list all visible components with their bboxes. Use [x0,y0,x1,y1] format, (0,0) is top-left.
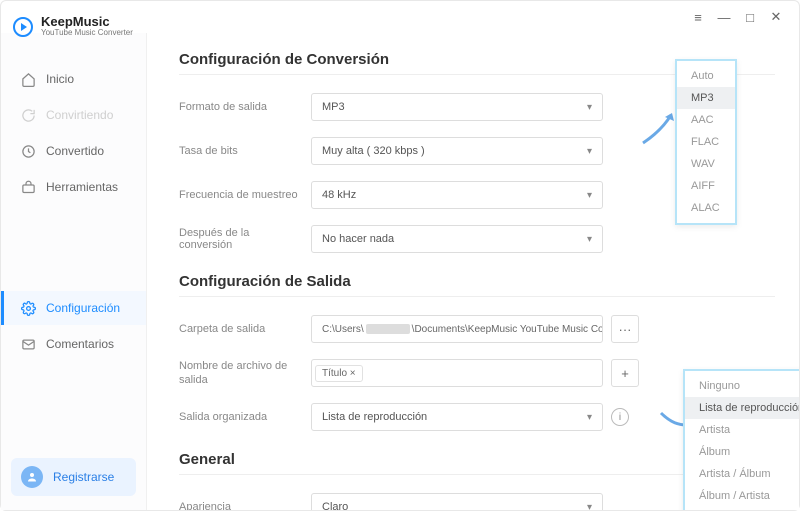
filename-tags-input[interactable]: Título × [311,359,603,387]
home-icon [20,71,36,87]
app-subtitle: YouTube Music Converter [41,29,133,38]
select-after-convert[interactable]: No hacer nada ▾ [311,225,603,253]
label-appearance: Apariencia [179,501,311,510]
label-filename: Nombre de archivo de salida [179,359,311,388]
browse-folder-button[interactable]: ··· [611,315,639,343]
chevron-down-icon: ▾ [587,146,592,157]
app-logo-icon [13,17,33,37]
select-samplerate[interactable]: 48 kHz ▾ [311,181,603,209]
sidebar-item-convirtiendo[interactable]: Convirtiendo [1,98,146,132]
select-appearance[interactable]: Claro ▾ [311,493,603,510]
dropdown-option[interactable]: FLAC [677,131,735,153]
sidebar: KeepMusic YouTube Music Converter Inicio… [1,33,147,510]
select-value: Lista de reproducción [322,411,427,423]
dropdown-option[interactable]: Álbum [685,441,799,463]
sync-icon [20,107,36,123]
main-content: Configuración de Conversión Formato de s… [147,33,799,510]
sidebar-item-label: Comentarios [46,337,114,351]
nav-main: Inicio Convirtiendo Convertido Herramien… [1,62,146,204]
hamburger-menu-icon[interactable]: ≡ [685,6,711,28]
user-icon [21,466,43,488]
sidebar-item-label: Convirtiendo [46,108,113,122]
sidebar-item-comentarios[interactable]: Comentarios [1,327,146,361]
dropdown-option[interactable]: Álbum / Artista [685,485,799,507]
dropdown-option[interactable]: Artista [685,419,799,441]
sidebar-item-label: Configuración [46,301,120,315]
gear-icon [20,300,36,316]
dropdown-option[interactable]: ALAC [677,197,735,219]
output-folder-input[interactable]: C:\Users\\Documents\KeepMusic YouTube Mu… [311,315,603,343]
chevron-down-icon: ▾ [587,412,592,423]
sidebar-item-label: Convertido [46,144,104,158]
app-title: KeepMusic [41,15,133,29]
dropdown-option[interactable]: WAV [677,153,735,175]
sidebar-item-label: Herramientas [46,180,118,194]
register-button[interactable]: Registrarse [11,458,136,496]
select-output-format[interactable]: MP3 ▾ [311,93,603,121]
select-value: No hacer nada [322,233,394,245]
chevron-down-icon: ▾ [587,234,592,245]
chevron-down-icon: ▾ [587,102,592,113]
dropdown-option[interactable]: Ninguno [685,375,799,397]
dropdown-option[interactable]: AAC [677,109,735,131]
dropdown-option[interactable]: Artista / Álbum [685,463,799,485]
sidebar-item-herramientas[interactable]: Herramientas [1,170,146,204]
dropdown-format-options: AutoMP3AACFLACWAVAIFFALAC [675,59,737,225]
label-output-folder: Carpeta de salida [179,323,311,335]
brand: KeepMusic YouTube Music Converter [1,15,146,46]
dropdown-organized-options: NingunoLista de reproducciónArtistaÁlbum… [683,369,799,510]
dropdown-option[interactable]: Lista de reproducción / Artista [685,507,799,510]
minimize-button[interactable]: — [711,6,737,28]
label-after-convert: Después de la conversión [179,227,311,251]
select-bitrate[interactable]: Muy alta ( 320 kbps ) ▾ [311,137,603,165]
sidebar-item-inicio[interactable]: Inicio [1,62,146,96]
add-tag-button[interactable]: + [611,359,639,387]
label-organized: Salida organizada [179,411,311,423]
select-value: 48 kHz [322,189,356,201]
select-value: Claro [322,501,348,510]
select-value: Muy alta ( 320 kbps ) [322,145,425,157]
toolbox-icon [20,179,36,195]
section-title-output: Configuración de Salida [179,273,775,290]
filename-tag-title[interactable]: Título × [315,365,363,382]
sidebar-item-convertido[interactable]: Convertido [1,134,146,168]
sidebar-item-configuracion[interactable]: Configuración [1,291,146,325]
label-samplerate: Frecuencia de muestreo [179,189,311,201]
label-bitrate: Tasa de bits [179,145,311,157]
register-label: Registrarse [53,470,114,484]
chevron-down-icon: ▾ [587,502,592,511]
redacted-username [366,324,410,334]
divider [179,296,775,297]
folder-path: C:\Users\\Documents\KeepMusic YouTube Mu… [322,324,603,335]
dropdown-option[interactable]: MP3 [677,87,735,109]
select-organized-output[interactable]: Lista de reproducción ▾ [311,403,603,431]
sidebar-item-label: Inicio [46,72,74,86]
dropdown-option[interactable]: Lista de reproducción [685,397,799,419]
dropdown-option[interactable]: AIFF [677,175,735,197]
select-value: MP3 [322,101,345,113]
envelope-icon [20,336,36,352]
dropdown-option[interactable]: Auto [677,65,735,87]
chevron-down-icon: ▾ [587,190,592,201]
close-button[interactable]: ✕ [763,6,789,28]
clock-icon [20,143,36,159]
info-icon[interactable]: i [611,408,629,426]
label-format: Formato de salida [179,101,311,113]
maximize-button[interactable]: □ [737,6,763,28]
